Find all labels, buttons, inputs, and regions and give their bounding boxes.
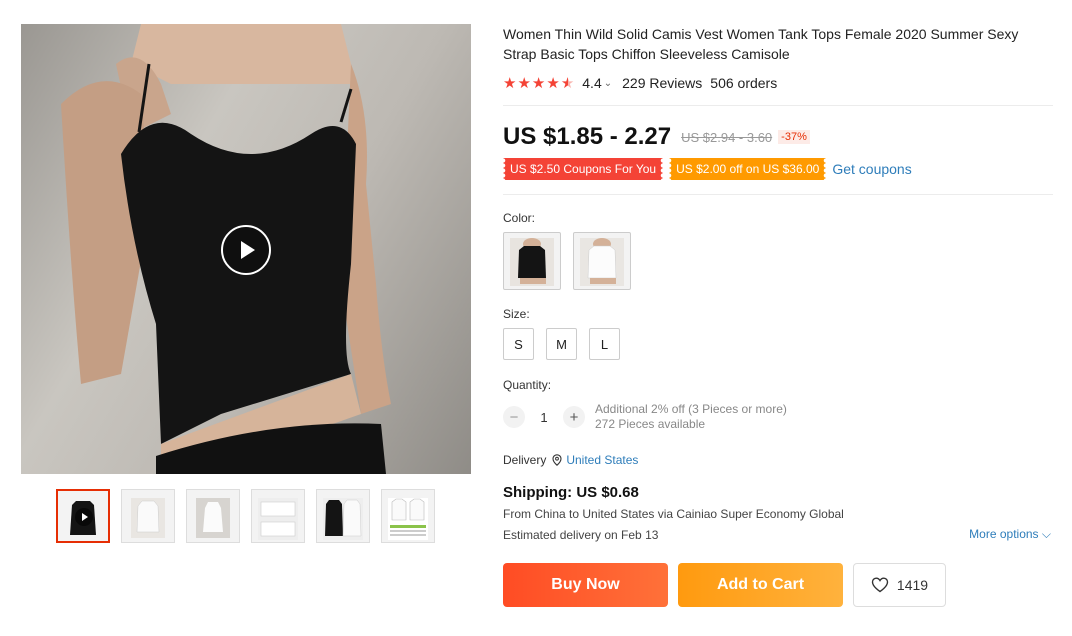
thumbnail-strip [56, 489, 435, 543]
color-option-white[interactable] [573, 232, 631, 290]
ship-to-country[interactable]: United States [566, 453, 638, 467]
reviews-link[interactable]: 229 Reviews [622, 75, 702, 91]
product-details: Women Thin Wild Solid Camis Vest Women T… [503, 24, 1053, 607]
chevron-down-icon[interactable]: ⌄ [604, 78, 612, 89]
product-title: Women Thin Wild Solid Camis Vest Women T… [503, 26, 1019, 62]
play-icon [75, 508, 93, 526]
white-camisole-icon [131, 498, 165, 538]
estimated-delivery-row: Estimated delivery on Feb 13 More option… [503, 527, 1053, 542]
size-option-m[interactable]: M [546, 328, 577, 360]
quantity-info: Additional 2% off (3 Pieces or more) 272… [595, 402, 787, 432]
size-option-l[interactable]: L [589, 328, 620, 360]
video-play-button[interactable] [221, 225, 271, 275]
buy-now-button[interactable]: Buy Now [503, 563, 668, 607]
shipping-cost: Shipping: US $0.68 [503, 484, 639, 501]
delivery-row: Delivery United States [503, 453, 1053, 467]
orders-count: 506 orders [710, 75, 778, 91]
increase-quantity-button[interactable]: + [563, 406, 585, 428]
quantity-value[interactable]: 1 [525, 410, 563, 425]
white-camisole-icon [580, 238, 624, 286]
color-options [503, 232, 1053, 290]
size-option-s[interactable]: S [503, 328, 534, 360]
action-buttons: Buy Now Add to Cart 1419 [503, 563, 1053, 607]
fabric-detail-icon [258, 498, 298, 540]
heart-icon [871, 577, 889, 593]
thumbnail-video[interactable] [56, 489, 110, 543]
more-options-link[interactable]: More options ⌵ [969, 527, 1051, 542]
rating-value[interactable]: 4.4 [582, 75, 601, 91]
thumbnail-black-white[interactable] [316, 489, 370, 543]
star-icon: ★ [546, 74, 560, 92]
more-options-label: More options [969, 527, 1039, 541]
play-icon [241, 241, 255, 259]
chevron-down-icon: ⌵ [1041, 527, 1051, 541]
estimated-delivery: Estimated delivery on Feb 13 [503, 527, 659, 542]
wishlist-count: 1419 [896, 577, 929, 593]
quantity-label: Quantity: [503, 378, 552, 392]
get-coupons-link[interactable]: Get coupons [832, 161, 911, 177]
star-icon: ★ [517, 74, 531, 92]
thumbnail-detail[interactable] [251, 489, 305, 543]
quantity-stepper: − 1 + Additional 2% off (3 Pieces or mor… [503, 402, 1053, 432]
store-coupon[interactable]: US $2.00 off on US $36.00 [669, 158, 827, 180]
thumbnail-size-chart[interactable] [381, 489, 435, 543]
price-row: US $1.85 - 2.27 US $2.94 - 3.60 -37% [503, 122, 1053, 152]
size-chart-icon [388, 498, 428, 540]
location-pin-icon [552, 454, 562, 466]
decrease-quantity-button[interactable]: − [503, 406, 525, 428]
discount-badge: -37% [778, 130, 810, 144]
white-camisole-icon [196, 498, 230, 538]
delivery-label: Delivery [503, 453, 547, 467]
star-rating[interactable]: ★ ★ ★ ★ ★ [503, 76, 574, 91]
color-label: Color: [503, 211, 536, 225]
two-camisoles-icon [323, 498, 363, 540]
divider [503, 194, 1053, 195]
star-icon: ★ [503, 74, 517, 92]
half-star-icon: ★ [560, 74, 575, 92]
black-camisole-icon [510, 238, 554, 286]
add-to-cart-button[interactable]: Add to Cart [678, 563, 843, 607]
size-label: Size: [503, 307, 530, 321]
divider [503, 105, 1053, 106]
rating-row: ★ ★ ★ ★ ★ 4.4 ⌄ 229 Reviews 506 orders [503, 72, 1053, 94]
stock-available-text: 272 Pieces available [595, 417, 706, 431]
thumbnail-white-front[interactable] [121, 489, 175, 543]
thumbnail-white-flat[interactable] [186, 489, 240, 543]
main-product-image[interactable] [21, 24, 471, 474]
star-icon: ★ [531, 74, 546, 92]
size-options: S M L [503, 328, 1053, 360]
coupon-for-you[interactable]: US $2.50 Coupons For You [503, 158, 664, 180]
shipping-route: From China to United States via Cainiao … [503, 507, 844, 521]
bulk-discount-text: Additional 2% off (3 Pieces or more) [595, 402, 787, 416]
coupon-row: US $2.50 Coupons For You US $2.00 off on… [503, 158, 1053, 180]
color-option-black[interactable] [503, 232, 561, 290]
original-price: US $2.94 - 3.60 [681, 129, 773, 145]
current-price: US $1.85 - 2.27 [503, 123, 672, 150]
wishlist-button[interactable]: 1419 [853, 563, 946, 607]
